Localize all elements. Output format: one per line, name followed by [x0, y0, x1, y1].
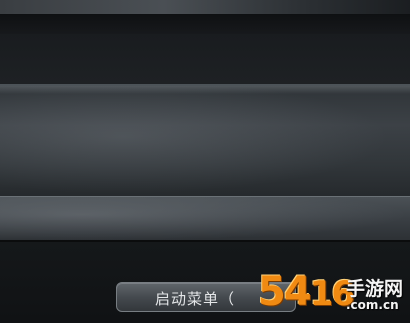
watermark-site-name: 手游网 — [346, 278, 404, 300]
dark-band — [0, 34, 410, 84]
upper-panel-sheen — [0, 86, 410, 94]
top-edge — [0, 14, 410, 34]
watermark-domain: .com.cn — [346, 298, 399, 312]
screen: 启动菜单（ 5416 手游网 .com.cn — [0, 0, 410, 323]
upper-panel — [0, 84, 410, 198]
start-menu-label: 启动菜单（ — [155, 290, 236, 308]
site-watermark-logo: 5416 手游网 .com.cn — [258, 268, 408, 320]
lower-panel — [0, 196, 410, 241]
watermark-number: 5416 — [258, 269, 355, 315]
top-strip — [0, 0, 410, 14]
